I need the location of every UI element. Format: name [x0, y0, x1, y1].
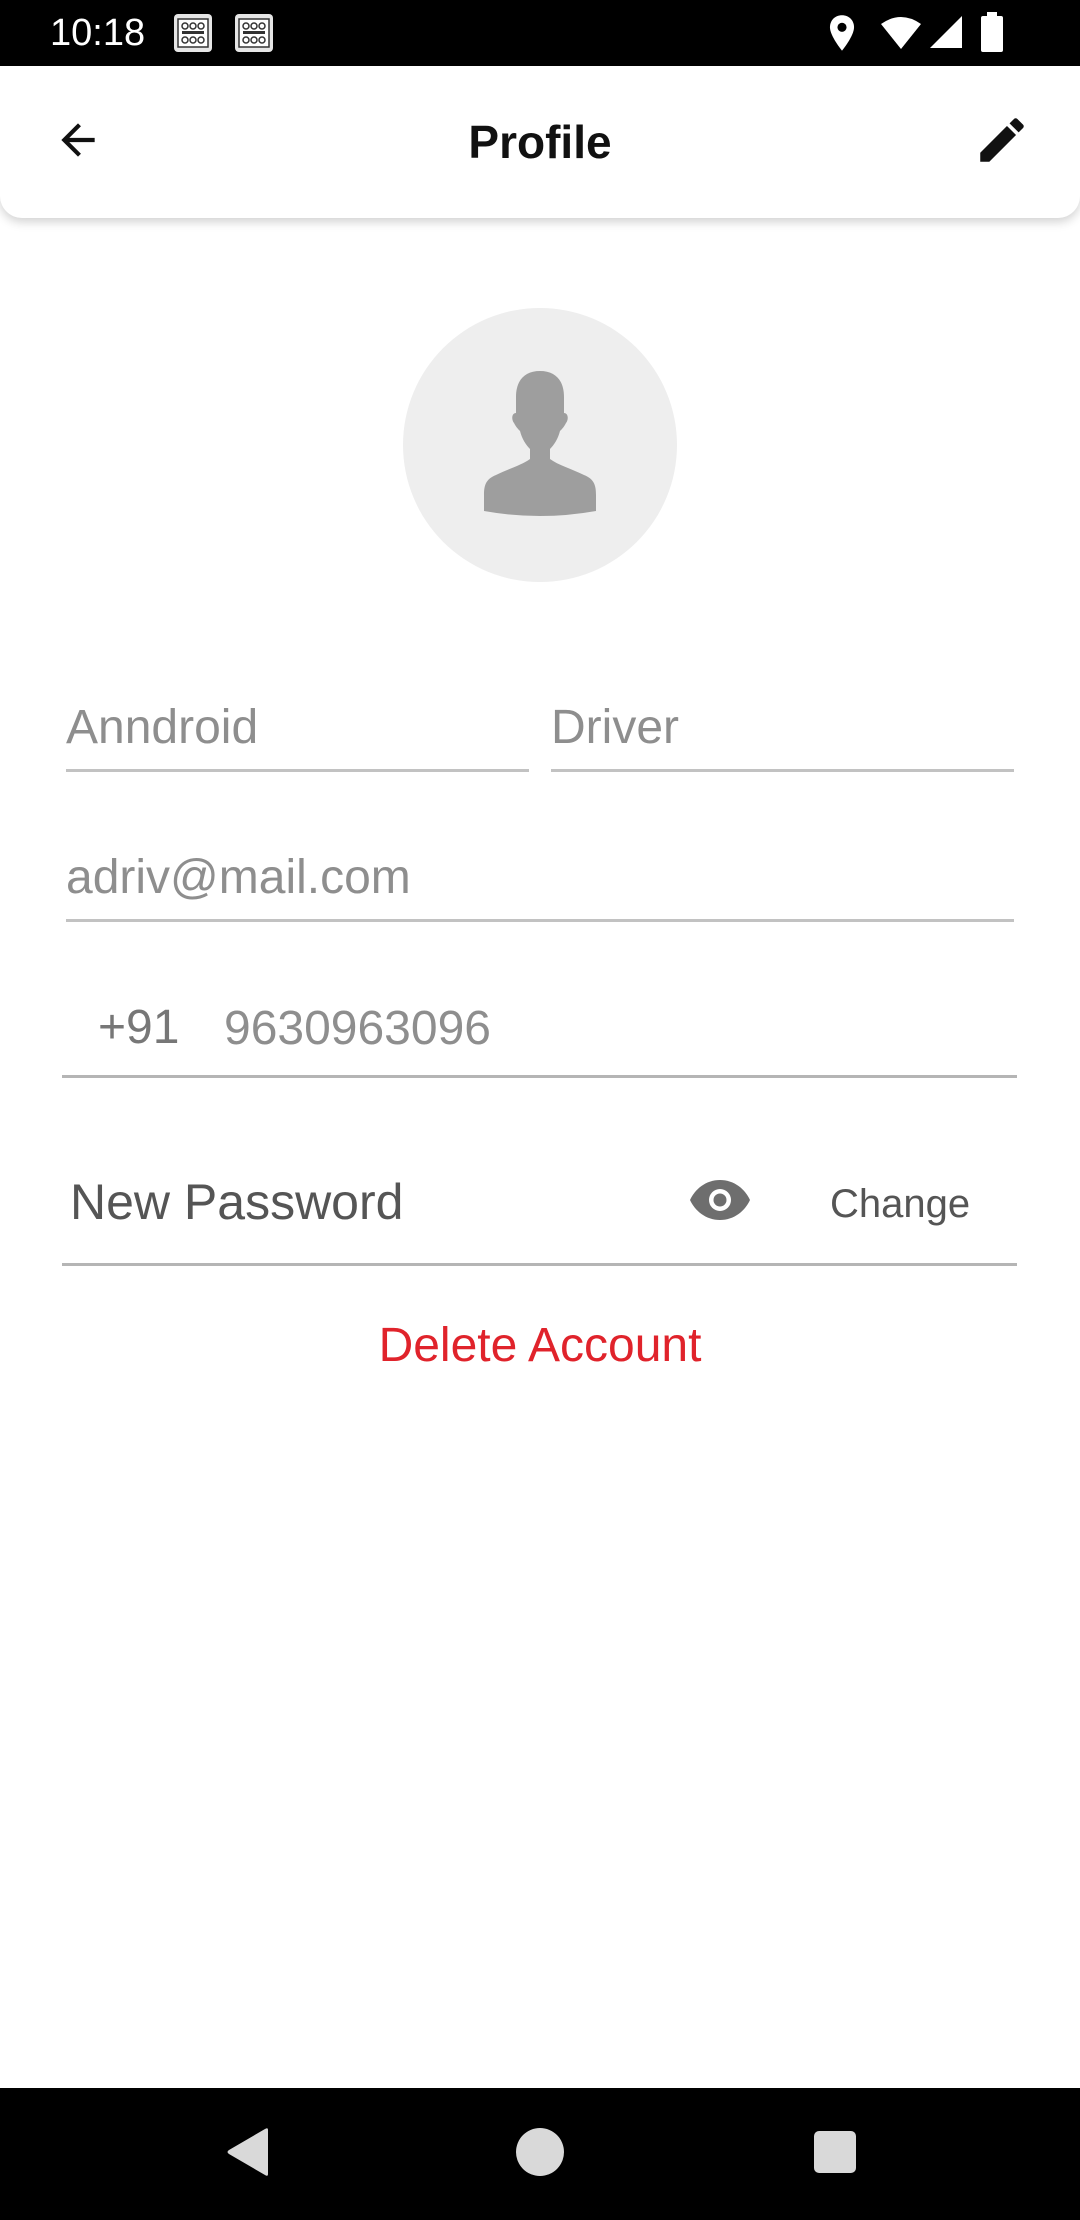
battery-icon [980, 12, 1004, 57]
new-password-input[interactable] [70, 1170, 670, 1234]
page-title: Profile [468, 116, 612, 168]
toggle-password-visibility-button[interactable] [682, 1172, 758, 1232]
system-nav-bar [0, 2088, 1080, 2220]
last-name-input[interactable] [551, 700, 1014, 755]
password-field[interactable]: Change [62, 1150, 1017, 1266]
wifi-icon [880, 16, 922, 55]
avatar[interactable] [403, 308, 677, 582]
status-bar: 10:18 [0, 0, 1080, 66]
notification-app-icon [235, 14, 273, 52]
nav-recents-square-icon [812, 2129, 858, 2180]
nav-home-button[interactable] [508, 2122, 572, 2186]
email-field[interactable] [66, 850, 1014, 922]
nav-back-button[interactable] [216, 2122, 280, 2186]
status-time: 10:18 [50, 12, 146, 54]
app-bar: Profile [0, 66, 1080, 218]
location-icon [826, 14, 858, 57]
nav-recents-button[interactable] [803, 2122, 867, 2186]
change-password-button[interactable]: Change [830, 1178, 970, 1230]
first-name-field[interactable] [66, 700, 529, 772]
nav-home-circle-icon [514, 2126, 566, 2183]
person-silhouette-icon [460, 363, 620, 528]
notification-app-icon [174, 14, 212, 52]
phone-number-input[interactable] [224, 1000, 984, 1056]
edit-profile-button[interactable] [960, 100, 1044, 184]
delete-account-button[interactable]: Delete Account [0, 1316, 1080, 1376]
nav-back-triangle-icon [224, 2127, 272, 2182]
first-name-input[interactable] [66, 700, 529, 755]
email-input[interactable] [66, 850, 1014, 905]
pencil-edit-icon [973, 111, 1031, 174]
phone-field[interactable]: +91 [62, 996, 1017, 1078]
last-name-field[interactable] [551, 700, 1014, 772]
signal-icon [928, 14, 964, 55]
eye-visibility-icon [689, 1178, 751, 1227]
phone-country-code[interactable]: +91 [98, 1000, 179, 1056]
